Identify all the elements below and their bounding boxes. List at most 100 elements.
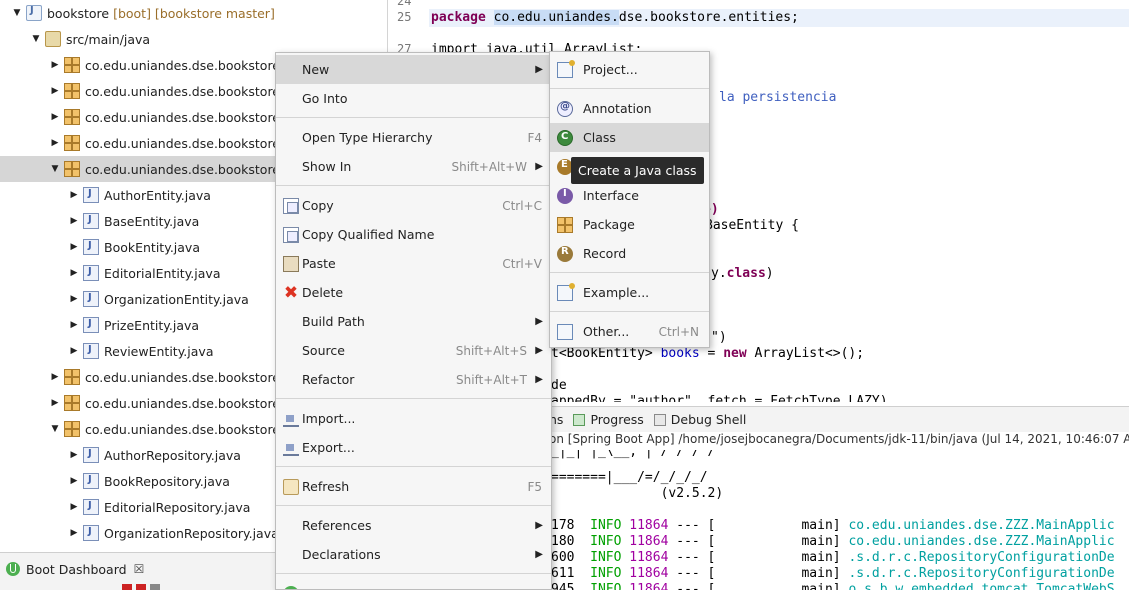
tab-progress[interactable]: Progress: [573, 412, 644, 427]
submenu-item-record[interactable]: Record: [550, 239, 709, 268]
expand-arrow-icon[interactable]: ▶: [48, 78, 62, 104]
expand-arrow-icon[interactable]: ▶: [67, 260, 81, 286]
menu-item-references[interactable]: References ▶: [276, 511, 551, 540]
menu-item-open-type-hierarchy[interactable]: Open Type Hierarchy F4: [276, 123, 551, 152]
menu-item-go-into[interactable]: Go Into: [276, 84, 551, 113]
expand-arrow-icon[interactable]: ▶: [67, 286, 81, 312]
collapse-arrow-icon[interactable]: ▼: [48, 156, 62, 182]
submenu-item-label: Project...: [583, 62, 638, 77]
expand-arrow-icon[interactable]: ▶: [67, 494, 81, 520]
record-icon: [557, 245, 573, 262]
project-meta: [boot] [bookstore master]: [113, 5, 275, 21]
menu-item-copy[interactable]: Copy Ctrl+C: [276, 191, 551, 220]
submenu-arrow-icon: ▶: [535, 345, 543, 356]
toolbar-button-icon[interactable]: [122, 584, 132, 590]
expand-arrow-icon[interactable]: ▶: [67, 234, 81, 260]
collapse-arrow-icon[interactable]: ▼: [10, 0, 24, 26]
annotation-icon: [557, 100, 573, 117]
submenu-item-label: Class: [583, 130, 616, 145]
menu-item-declarations[interactable]: Declarations ▶: [276, 540, 551, 569]
tree-item-label: co.edu.uniandes.dse.bookstore: [85, 57, 281, 73]
menu-item-label: Declarations: [302, 547, 381, 562]
submenu-item-interface[interactable]: Interface: [550, 181, 709, 210]
submenu-item-label: Example...: [583, 285, 650, 300]
log-thread: main: [801, 534, 833, 549]
menu-item-refactor[interactable]: Refactor Shift+Alt+T ▶: [276, 365, 551, 394]
tree-row-src[interactable]: ▼ src/main/java: [0, 26, 387, 52]
code-fragment: BaseEntity {: [705, 218, 799, 233]
interface-icon: [557, 187, 573, 204]
menu-item-label: Source: [302, 343, 345, 358]
menu-item-label: Import...: [302, 411, 356, 426]
tree-item-label: AuthorRepository.java: [104, 447, 241, 463]
menu-item-import[interactable]: Import...: [276, 404, 551, 433]
expand-arrow-icon[interactable]: ▶: [67, 468, 81, 494]
menu-item-new[interactable]: New ▶: [276, 55, 551, 84]
expand-arrow-icon[interactable]: ▶: [67, 182, 81, 208]
submenu-arrow-icon: ▶: [535, 316, 543, 327]
tree-item-label: OrganizationEntity.java: [104, 291, 249, 307]
expand-arrow-icon[interactable]: ▶: [67, 338, 81, 364]
menu-item-label: R: [302, 586, 311, 589]
collapse-arrow-icon[interactable]: ▼: [48, 416, 62, 442]
copy-icon: [283, 197, 299, 214]
log-line: 611 INFO 11864 --- [ main] .s.d.r.c.Repo…: [551, 566, 1115, 581]
expand-arrow-icon[interactable]: ▶: [67, 442, 81, 468]
tree-row-project[interactable]: ▼ bookstore [boot] [bookstore master]: [0, 0, 387, 26]
menu-item-source[interactable]: Source Shift+Alt+S ▶: [276, 336, 551, 365]
submenu-item-example[interactable]: Example...: [550, 278, 709, 307]
menu-item-delete[interactable]: ✖ Delete: [276, 278, 551, 307]
menu-item-build-path[interactable]: Build Path ▶: [276, 307, 551, 336]
menu-item-label: Show In: [302, 159, 352, 174]
menu-item-label: New: [302, 62, 330, 77]
submenu-item-other[interactable]: Other... Ctrl+N: [550, 317, 709, 346]
expand-arrow-icon[interactable]: ▶: [48, 52, 62, 78]
refresh-icon: [283, 478, 299, 495]
menu-item-shortcut: Shift+Alt+W: [451, 159, 528, 174]
submenu-arrow-icon: ▶: [535, 520, 543, 531]
log-level: INFO: [590, 534, 622, 549]
tab-debug-shell[interactable]: Debug Shell: [653, 412, 746, 427]
collapse-arrow-icon[interactable]: ▼: [29, 26, 43, 52]
expand-arrow-icon[interactable]: ▶: [67, 208, 81, 234]
boot-dashboard-title: Boot Dashboard: [26, 561, 127, 577]
java-file-icon: [83, 525, 99, 541]
expand-arrow-icon[interactable]: ▶: [67, 520, 81, 546]
log-logger: .s.d.r.c.RepositoryConfigurationDe: [848, 566, 1115, 581]
console-banner-line: =======|___/=/_/_/_/: [551, 470, 708, 485]
menu-item-refresh[interactable]: Refresh F5: [276, 472, 551, 501]
boot-dashboard-tab[interactable]: Boot Dashboard ☒: [6, 558, 144, 580]
expand-arrow-icon[interactable]: ▶: [48, 104, 62, 130]
new-submenu: Project...AnnotationClassEnumInterfacePa…: [549, 51, 710, 348]
menu-item-shortcut: Shift+Alt+S: [455, 343, 527, 358]
submenu-item-annotation[interactable]: Annotation: [550, 94, 709, 123]
expand-arrow-icon[interactable]: ▶: [48, 390, 62, 416]
log-timestamp: 178: [551, 518, 575, 533]
menu-item-show-in[interactable]: Show In Shift+Alt+W ▶: [276, 152, 551, 181]
expand-arrow-icon[interactable]: ▶: [48, 364, 62, 390]
menu-item-shortcut: Shift+Alt+T: [456, 372, 527, 387]
menu-item-export[interactable]: Export...: [276, 433, 551, 462]
expand-arrow-icon[interactable]: ▶: [67, 312, 81, 338]
submenu-item-class[interactable]: Class: [550, 123, 709, 152]
log-level: INFO: [590, 566, 622, 581]
log-timestamp: 600: [551, 550, 575, 565]
menu-item-r[interactable]: R: [276, 579, 551, 589]
log-logger: o.s.b.w.embedded.tomcat.TomcatWebS: [848, 582, 1115, 590]
java-file-icon: [83, 265, 99, 281]
menu-item-label: Export...: [302, 440, 355, 455]
progress-icon: [573, 413, 586, 426]
toolbar-button-icon[interactable]: [150, 584, 160, 590]
code-fragment: "): [711, 330, 727, 345]
toolbar-button-icon[interactable]: [136, 584, 146, 590]
menu-item-label: Refresh: [302, 479, 350, 494]
close-icon[interactable]: ☒: [134, 562, 145, 576]
submenu-item-package[interactable]: Package: [550, 210, 709, 239]
menu-item-copy-qualified-name[interactable]: Copy Qualified Name: [276, 220, 551, 249]
code-fragment: t<BookEntity> books = new ArrayList<>();: [551, 346, 865, 361]
submenu-item-project[interactable]: Project...: [550, 55, 709, 84]
log-timestamp: 611: [551, 566, 575, 581]
tree-item-label: AuthorEntity.java: [104, 187, 211, 203]
expand-arrow-icon[interactable]: ▶: [48, 130, 62, 156]
menu-item-paste[interactable]: Paste Ctrl+V: [276, 249, 551, 278]
